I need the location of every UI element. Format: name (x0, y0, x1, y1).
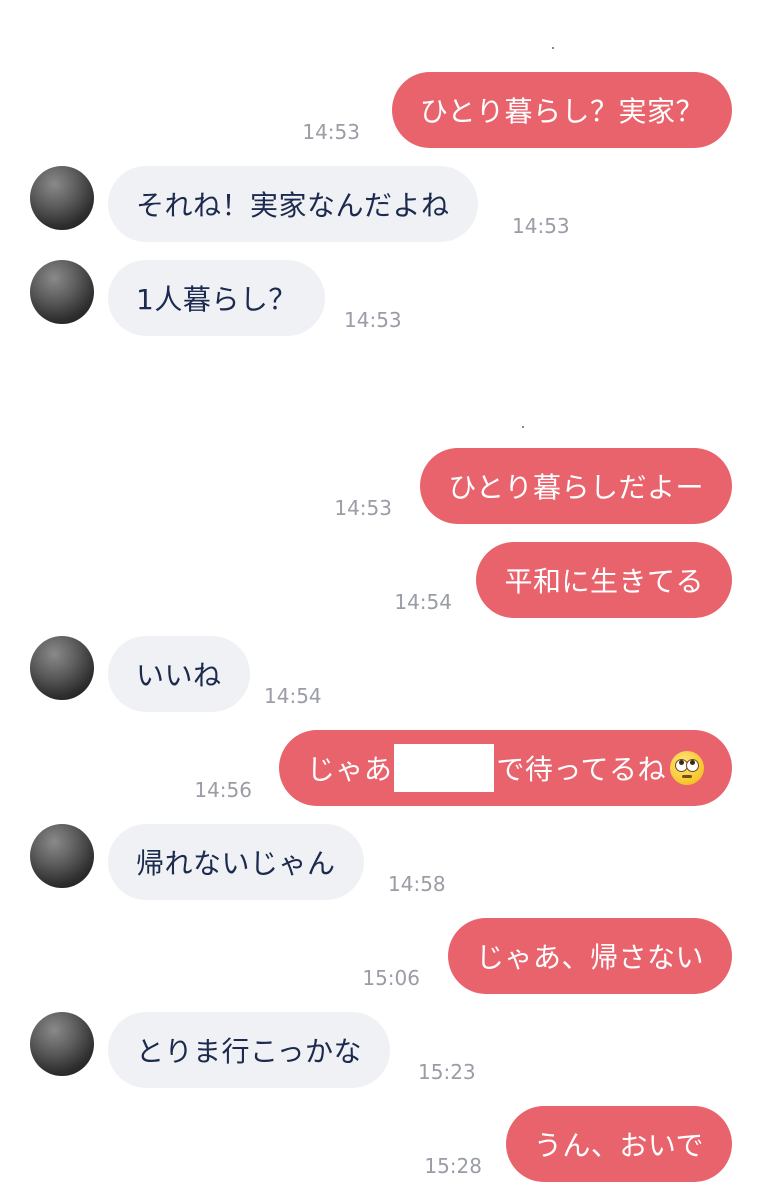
message-outgoing: ひとり暮らしだよー 14:53 (0, 448, 764, 528)
message-text-after: で待ってるね (496, 753, 666, 786)
avatar[interactable] (30, 824, 94, 888)
speck (522, 426, 524, 428)
message-outgoing: じゃあ で待ってるね 14:56 (0, 730, 764, 810)
message-text-before: じゃあ (306, 753, 393, 786)
timestamp: 14:53 (344, 308, 402, 332)
message-text: それね！実家なんだよね (136, 189, 450, 222)
message-text: 1人暮らし？ (136, 283, 297, 316)
message-outgoing: 平和に生きてる 14:54 (0, 542, 764, 622)
message-bubble[interactable]: じゃあ で待ってるね (278, 730, 732, 806)
avatar[interactable] (30, 1012, 94, 1076)
speck (552, 47, 554, 49)
message-bubble[interactable]: いいね (108, 636, 250, 712)
message-text: いいね (136, 659, 222, 692)
message-bubble[interactable]: 帰れないじゃん (108, 824, 364, 900)
timestamp: 14:54 (394, 590, 452, 614)
timestamp: 14:53 (302, 120, 360, 144)
timestamp: 15:28 (424, 1154, 482, 1178)
message-text: うん、おいで (533, 1129, 704, 1162)
message-text: ひとり暮らしだよー (448, 471, 704, 504)
message-text: とりま行こっかな (136, 1035, 363, 1068)
avatar[interactable] (30, 260, 94, 324)
chat-thread: ひとり暮らし？実家？ 14:53 それね！実家なんだよね 14:53 1人暮らし… (0, 0, 764, 1199)
avatar[interactable] (30, 636, 94, 700)
message-bubble[interactable]: ひとり暮らし？実家？ (391, 72, 732, 148)
message-bubble[interactable]: 平和に生きてる (476, 542, 732, 618)
message-outgoing: うん、おいで 15:28 (0, 1106, 764, 1186)
timestamp: 14:58 (388, 872, 446, 896)
message-text: 帰れないじゃん (136, 847, 336, 880)
message-text: ひとり暮らし？実家？ (419, 95, 704, 128)
message-text: 平和に生きてる (504, 565, 704, 598)
message-bubble[interactable]: じゃあ、帰さない (447, 918, 732, 994)
message-outgoing: じゃあ、帰さない 15:06 (0, 918, 764, 998)
message-bubble[interactable]: とりま行こっかな (108, 1012, 391, 1088)
timestamp: 14:56 (194, 778, 252, 802)
message-incoming: とりま行こっかな 15:23 (0, 1012, 764, 1092)
message-incoming: 1人暮らし？ 14:53 (0, 260, 764, 340)
message-incoming: いいね 14:54 (0, 636, 764, 716)
message-bubble[interactable]: それね！実家なんだよね (108, 166, 478, 242)
message-outgoing: ひとり暮らし？実家？ 14:53 (0, 72, 764, 152)
timestamp: 14:53 (334, 496, 392, 520)
message-bubble[interactable]: ひとり暮らしだよー (420, 448, 732, 524)
timestamp: 14:53 (512, 214, 570, 238)
timestamp: 15:23 (418, 1060, 476, 1084)
message-text: じゃあ、帰さない (475, 941, 704, 974)
avatar[interactable] (30, 166, 94, 230)
message-bubble[interactable]: 1人暮らし？ (108, 260, 325, 336)
timestamp: 14:54 (264, 684, 322, 708)
message-incoming: それね！実家なんだよね 14:53 (0, 166, 764, 246)
eye-roll-emoji-icon (670, 751, 704, 785)
redacted-block (394, 744, 495, 792)
timestamp: 15:06 (362, 966, 420, 990)
message-incoming: 帰れないじゃん 14:58 (0, 824, 764, 904)
message-bubble[interactable]: うん、おいで (505, 1106, 732, 1182)
